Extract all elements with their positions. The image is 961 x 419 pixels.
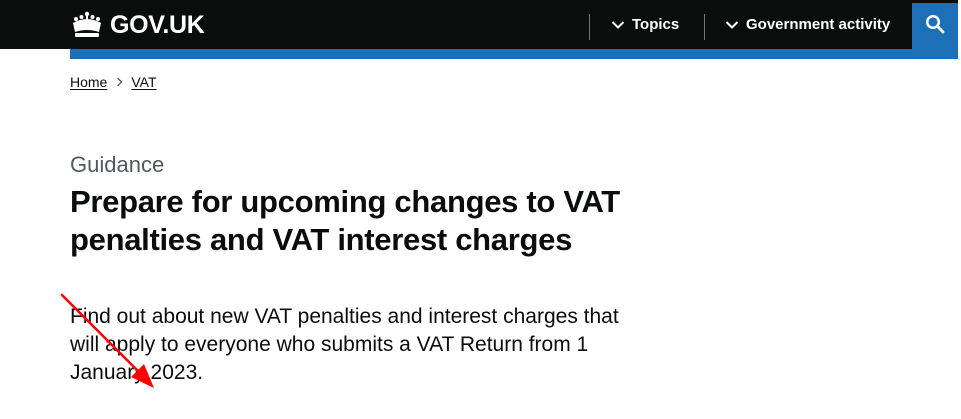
government-activity-label: Government activity — [746, 16, 891, 33]
lead-line: Find out about new VAT penalties and int… — [70, 305, 619, 328]
lead-paragraph: Find out about new VAT penalties and int… — [70, 303, 670, 387]
search-button[interactable] — [912, 3, 958, 49]
nav-divider — [704, 14, 705, 40]
government-activity-button[interactable]: Government activity — [725, 0, 890, 49]
govuk-logo-link[interactable]: GOV.UK — [70, 10, 205, 40]
breadcrumb-home-link[interactable]: Home — [70, 74, 107, 90]
breadcrumb: Home VAT — [70, 72, 157, 92]
logo-text: GOV.UK — [110, 11, 205, 39]
lead-line: will apply to everyone who submits a VAT… — [70, 333, 589, 356]
lead-line: January 2023. — [70, 361, 204, 384]
chevron-right-icon — [116, 77, 123, 87]
chevron-down-icon — [725, 20, 746, 30]
site-header: GOV.UK Topics Government activity — [0, 0, 958, 49]
search-icon — [925, 14, 945, 39]
breadcrumb-vat-link[interactable]: VAT — [131, 74, 156, 90]
page-caption: Guidance — [70, 152, 165, 177]
topics-button[interactable]: Topics — [611, 0, 679, 49]
topics-label: Topics — [632, 16, 680, 33]
nav-divider — [589, 14, 590, 40]
crown-icon — [70, 11, 104, 39]
chevron-down-icon — [611, 20, 632, 30]
page-title: Prepare for upcoming changes to VAT pena… — [70, 184, 620, 257]
header-blue-bar — [70, 49, 958, 59]
